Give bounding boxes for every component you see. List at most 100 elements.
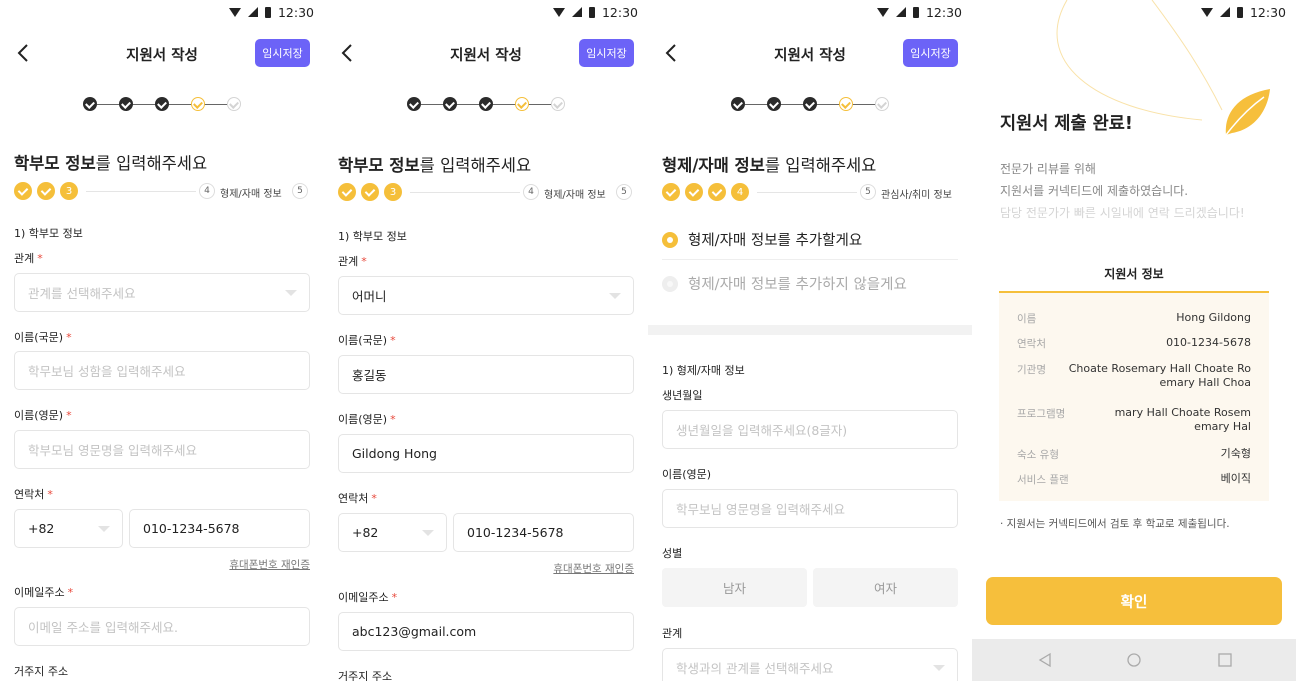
reverify-phone-link[interactable]: 휴대폰번호 재인증 <box>553 561 634 576</box>
wifi-icon <box>1200 7 1213 17</box>
progress-dot-done <box>443 97 457 111</box>
phone-input[interactable]: 010-1234-5678 <box>453 513 634 552</box>
relation-select[interactable]: 학생과의 관계를 선택해주세요 <box>662 648 958 681</box>
dropdown-arrow-icon <box>933 665 945 671</box>
signal-icon <box>571 7 582 17</box>
dropdown-arrow-icon <box>422 530 434 536</box>
phone-input[interactable]: 010-1234-5678 <box>129 509 310 548</box>
top-bar: 지원서 작성 임시저장 <box>324 38 648 68</box>
info-key-plan: 서비스 플랜 <box>1017 474 1069 486</box>
dropdown-arrow-icon <box>98 526 110 532</box>
info-val-plan: 베이직 <box>1220 472 1251 485</box>
temp-save-button[interactable]: 임시저장 <box>255 39 310 67</box>
dropdown-arrow-icon <box>285 290 297 296</box>
step-last-number: 5 <box>616 184 632 200</box>
email-input[interactable]: abc123@gmail.com <box>338 612 634 651</box>
temp-save-button[interactable]: 임시저장 <box>579 39 634 67</box>
complete-message-line3: 담당 전문가가 빠른 시일내에 연락 드리겠습니다! <box>1000 206 1245 220</box>
signal-icon <box>895 7 906 17</box>
progress-dot-done <box>119 97 133 111</box>
step-done-icon <box>338 183 356 201</box>
section-heading: 학부모 정보를 입력해주세요 <box>338 156 532 175</box>
radio-add-sibling[interactable]: 형제/자매 정보를 추가할게요 <box>662 229 862 250</box>
name-en-input[interactable]: Gildong Hong <box>338 434 634 473</box>
step-done-icon <box>361 183 379 201</box>
dropdown-arrow-icon <box>609 293 621 299</box>
progress-dot-future <box>875 97 889 111</box>
gender-male-button[interactable]: 남자 <box>662 568 807 607</box>
radio-skip-sibling[interactable]: 형제/자매 정보를 추가하지 않을게요 <box>662 273 907 294</box>
name-kr-input[interactable]: 학무보님 성함을 입력해주세요 <box>14 351 310 390</box>
progress-dot-done <box>731 97 745 111</box>
screens: 12:30 지원서 작성 임시저장 학부모 정보를 입력해주세요 3 4 형제/… <box>0 0 1296 681</box>
step-current: 3 <box>384 183 402 201</box>
gender-label: 성별 <box>662 547 683 560</box>
name-kr-label: 이름(국문) * <box>14 331 72 344</box>
nav-recent-icon[interactable] <box>1217 652 1233 668</box>
relation-label: 관계 * <box>14 252 43 265</box>
relation-label: 관계 <box>662 627 683 640</box>
info-key-name: 이름 <box>1017 313 1037 325</box>
name-en-input[interactable]: 학무보님 영문명을 입력해주세요 <box>662 489 958 528</box>
step-next-label: 형제/자매 정보 <box>220 189 282 200</box>
step-indicator: 3 4 형제/자매 정보 5 <box>338 183 634 203</box>
relation-label: 관계 * <box>338 255 367 268</box>
status-bar: 12:30 <box>648 0 972 24</box>
temp-save-button[interactable]: 임시저장 <box>903 39 958 67</box>
section-heading: 학부모 정보를 입력해주세요 <box>14 154 208 173</box>
signal-icon <box>1219 7 1230 17</box>
screen-submit-complete: 12:30 지원서 제출 완료! 전문가 리뷰를 위해 지원서를 커넥티드에 제… <box>972 0 1296 681</box>
phone-label: 연락처 * <box>338 492 377 505</box>
dob-input[interactable]: 생년월일을 입력해주세요(8글자) <box>662 410 958 449</box>
gender-female-button[interactable]: 여자 <box>813 568 958 607</box>
step-done-icon <box>685 183 703 201</box>
complete-message-line2: 지원서를 커넥티드에 제출하였습니다. <box>1000 184 1189 198</box>
progress-dots <box>648 95 972 113</box>
info-val-program: mary Hall Choate Rosem emary Hal <box>1114 406 1251 433</box>
address-label: 거주지 주소 <box>14 665 69 678</box>
country-code-select[interactable]: +82 <box>14 509 123 548</box>
relation-select[interactable]: 관계를 선택해주세요 <box>14 273 310 312</box>
android-nav-bar <box>972 639 1296 681</box>
email-input[interactable]: 이메일 주소를 입력해주세요. <box>14 607 310 646</box>
info-key-org: 기관명 <box>1017 364 1046 376</box>
step-current: 4 <box>731 183 749 201</box>
country-code-select[interactable]: +82 <box>338 513 447 552</box>
divider-band <box>648 325 972 335</box>
progress-dots <box>0 95 324 113</box>
name-en-input[interactable]: 학부모님 영문명을 입력해주세요 <box>14 430 310 469</box>
info-val-name: Hong Gildong <box>1176 311 1251 324</box>
info-key-stay: 숙소 유형 <box>1017 449 1059 461</box>
email-label: 이메일주소 * <box>338 591 398 604</box>
reverify-phone-link[interactable]: 휴대폰번호 재인증 <box>229 557 310 572</box>
info-val-phone: 010-1234-5678 <box>1166 336 1251 349</box>
progress-dot-done <box>767 97 781 111</box>
radio-unselected-icon <box>662 275 678 292</box>
nav-back-icon[interactable] <box>1037 652 1053 668</box>
step-done-icon <box>37 182 55 200</box>
subsection-title: 1) 학부모 정보 <box>14 227 83 240</box>
step-last-number: 5 <box>292 183 308 199</box>
name-en-label: 이름(영문) * <box>338 413 396 426</box>
progress-dot-current <box>839 97 853 111</box>
battery-icon <box>912 6 919 18</box>
wifi-icon <box>552 7 565 17</box>
relation-select[interactable]: 어머니 <box>338 276 634 315</box>
screen-parent-info-empty: 12:30 지원서 작성 임시저장 학부모 정보를 입력해주세요 3 4 형제/… <box>0 0 324 681</box>
name-kr-input[interactable]: 홍길동 <box>338 355 634 394</box>
screen-sibling-info: 12:30 지원서 작성 임시저장 형제/자매 정보를 입력해주세요 4 5 관… <box>648 0 972 681</box>
step-next-label: 형제/자매 정보 <box>544 190 606 201</box>
progress-dot-done <box>479 97 493 111</box>
progress-dot-done <box>407 97 421 111</box>
battery-icon <box>1236 6 1243 18</box>
step-next-number: 4 <box>199 183 215 199</box>
step-next-label: 관심사/취미 정보 <box>881 190 952 201</box>
progress-dots <box>324 95 648 113</box>
address-label: 거주지 주소 <box>338 670 393 681</box>
confirm-button[interactable]: 확인 <box>986 577 1282 625</box>
dob-label: 생년월일 <box>662 389 703 402</box>
wifi-icon <box>876 7 889 17</box>
screen-parent-info-filled: 12:30 지원서 작성 임시저장 학부모 정보를 입력해주세요 3 4 형제/… <box>324 0 648 681</box>
nav-home-icon[interactable] <box>1126 652 1142 668</box>
top-bar: 지원서 작성 임시저장 <box>0 38 324 68</box>
